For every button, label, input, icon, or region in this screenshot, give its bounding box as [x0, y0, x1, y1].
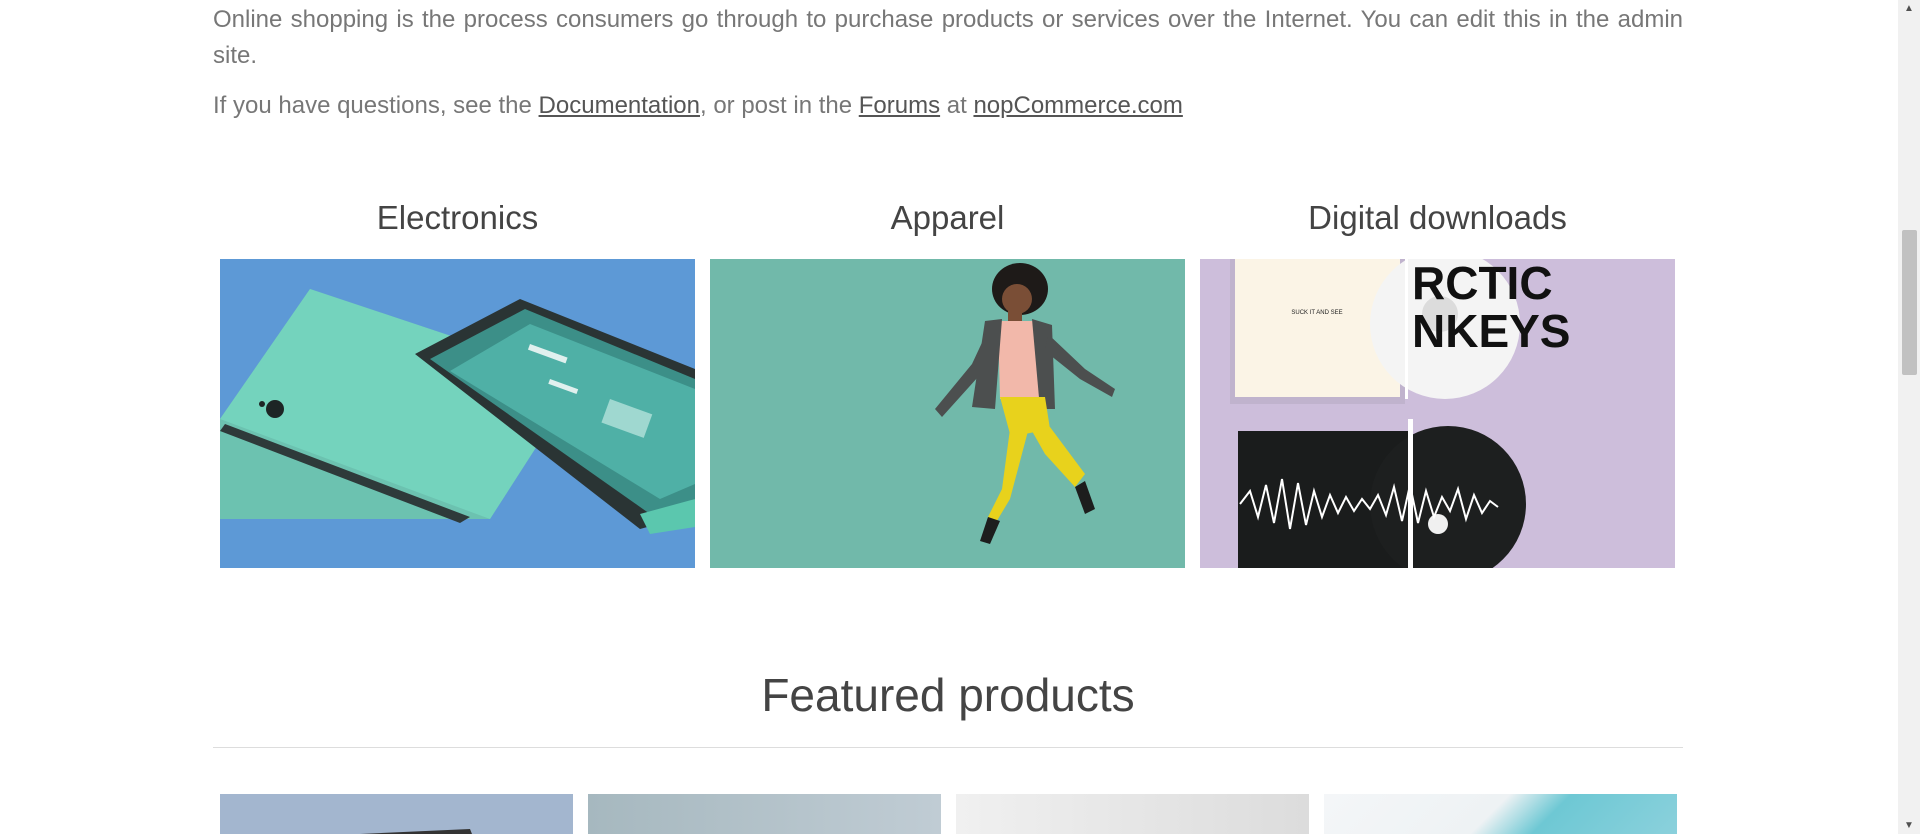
help-text-prefix: If you have questions, see the — [213, 92, 539, 119]
product-image-1 — [360, 829, 472, 834]
apparel-image[interactable] — [710, 259, 1185, 568]
intro-section: Online shopping is the process consumers… — [213, 2, 1683, 124]
category-apparel: Apparel — [710, 192, 1185, 568]
product-thumb-4[interactable] — [1324, 794, 1677, 834]
nopcommerce-link[interactable]: nopCommerce.com — [973, 92, 1182, 119]
scroll-up-icon[interactable]: ▲ — [1898, 0, 1920, 17]
help-paragraph: If you have questions, see the Documenta… — [213, 88, 1683, 124]
intro-paragraph: Online shopping is the process consumers… — [213, 6, 1683, 69]
category-digital-downloads: Digital downloads SUCK IT AND SEE RCTIC … — [1200, 192, 1675, 568]
product-thumb-2[interactable] — [588, 794, 941, 834]
help-text-at: at — [940, 92, 974, 119]
category-title-electronics[interactable]: Electronics — [377, 192, 538, 259]
album-title-text: SUCK IT AND SEE — [1291, 310, 1342, 316]
featured-products-title: Featured products — [761, 669, 1135, 721]
electronics-image[interactable] — [220, 259, 695, 568]
featured-divider — [213, 747, 1683, 748]
vertical-scrollbar[interactable]: ▲ ▼ — [1898, 0, 1920, 834]
documentation-link[interactable]: Documentation — [539, 92, 700, 119]
band-name-line2: NKEYS — [1412, 305, 1570, 357]
category-grid: Electronics Apparel Digital downloads SU… — [213, 192, 1683, 568]
band-name-line1: RCTIC — [1412, 259, 1553, 309]
category-electronics: Electronics — [220, 192, 695, 568]
woman-jumping-illustration — [935, 263, 1115, 544]
product-thumb-1[interactable] — [220, 794, 573, 834]
featured-products-grid — [220, 794, 1677, 834]
category-title-apparel[interactable]: Apparel — [891, 192, 1005, 259]
forums-link[interactable]: Forums — [859, 92, 940, 119]
product-thumb-3[interactable] — [956, 794, 1309, 834]
vinyl-records-illustration: SUCK IT AND SEE RCTIC NKEYS — [1230, 259, 1570, 568]
phone-illustration — [220, 289, 695, 534]
category-title-digital-downloads[interactable]: Digital downloads — [1308, 192, 1567, 259]
help-text-middle: , or post in the — [699, 92, 859, 119]
page: Online shopping is the process consumers… — [0, 0, 1898, 834]
digital-downloads-image[interactable]: SUCK IT AND SEE RCTIC NKEYS — [1200, 259, 1675, 568]
scrollbar-thumb[interactable] — [1902, 230, 1917, 375]
scroll-down-icon[interactable]: ▼ — [1898, 817, 1920, 834]
